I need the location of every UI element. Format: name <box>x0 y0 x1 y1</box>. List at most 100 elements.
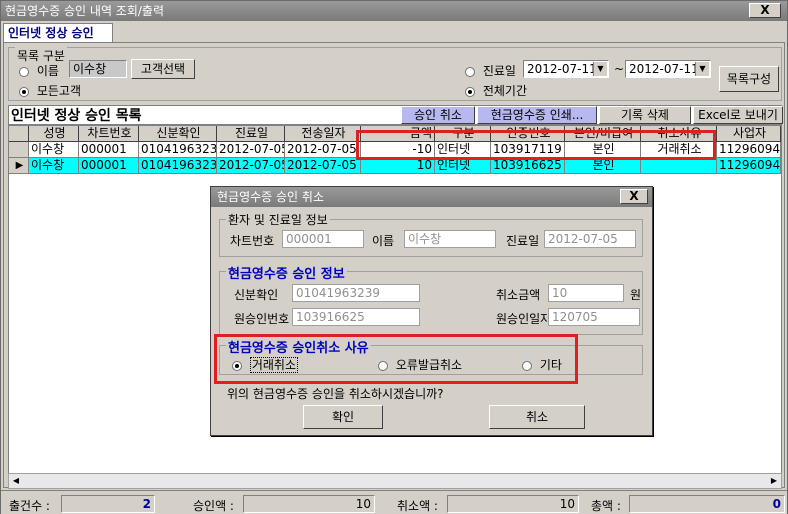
reason-error-issue-radio[interactable] <box>378 360 388 371</box>
table-cell: 01041963239 <box>139 158 217 174</box>
table-cell: 000001 <box>79 142 139 158</box>
dialog-close-button[interactable]: X <box>620 189 648 204</box>
id-check-field[interactable]: 01041963239 <box>292 284 420 302</box>
table-row-selected[interactable]: ▶ 이수창 000001 01041963239 2012-07-05 2012… <box>9 158 781 174</box>
ok-button[interactable]: 확인 <box>303 405 383 429</box>
all-customers-label: 모든고객 <box>36 84 81 98</box>
patient-name-field[interactable]: 이수창 <box>404 230 496 248</box>
orig-approval-date-field[interactable]: 120705 <box>548 308 640 326</box>
column-header[interactable]: 본인/비급여 <box>565 126 641 142</box>
main-window: 현금영수증 승인 내역 조회/출력 X 인터넷 정상 승인 목록 구분 이름 이… <box>0 0 788 514</box>
cancel-amount-field[interactable]: 10 <box>548 284 624 302</box>
id-check-label: 신분확인 <box>234 288 279 302</box>
table-cell: 2012-07-05 <box>217 142 285 158</box>
column-header[interactable]: 신분확인 <box>139 126 217 142</box>
cancel-amount-label: 취소액 : <box>397 499 438 513</box>
list-header-bar: 인터넷 정상 승인 목록 승인 취소 현금영수증 인쇄... 기록 삭제 Exc… <box>8 105 783 125</box>
treatment-date-radio[interactable] <box>465 66 475 77</box>
dialog-title: 현금영수증 승인 취소 <box>217 190 324 204</box>
all-period-label: 전체기간 <box>482 84 527 98</box>
column-header[interactable]: 취소사유 <box>641 126 717 142</box>
reason-other-radio[interactable] <box>522 360 532 371</box>
cancel-approval-button[interactable]: 승인 취소 <box>401 106 475 124</box>
name-radio-label: 이름 <box>36 64 59 78</box>
column-header[interactable]: 차트번호 <box>79 126 139 142</box>
name-radio[interactable] <box>19 66 29 77</box>
table-cell: 본인 <box>565 158 641 174</box>
column-header[interactable]: 전송일자 <box>285 126 361 142</box>
table-cell: 1129609495 <box>717 158 781 174</box>
table-cell <box>641 158 717 174</box>
date-to-select[interactable]: 2012-07-11 ▼ <box>625 60 711 78</box>
reason-error-issue-label: 오류발급취소 <box>395 358 463 372</box>
list-config-button[interactable]: 목록구성 <box>719 66 779 92</box>
name-radio-row: 이름 <box>19 62 59 79</box>
column-header[interactable]: 성명 <box>29 126 79 142</box>
cancel-reason-title: 현금영수증 승인취소 사유 <box>226 337 371 356</box>
total-value: 0 <box>629 495 785 513</box>
chevron-down-icon[interactable]: ▼ <box>593 62 607 76</box>
title-bar: 현금영수증 승인 내역 조회/출력 X <box>1 1 787 21</box>
column-header[interactable]: 금액 <box>361 126 435 142</box>
approval-info-section: 현금영수증 승인 정보 신분확인 01041963239 취소금액 10 원 원… <box>219 263 643 335</box>
confirm-question: 위의 현금영수증 승인을 취소하시겠습니까? <box>227 387 444 401</box>
patient-name-label: 이름 <box>372 234 395 248</box>
delete-record-button[interactable]: 기록 삭제 <box>599 106 691 124</box>
table-cell: 2012-07-05 : <box>285 142 361 158</box>
customer-select-button[interactable]: 고객선택 <box>131 59 195 79</box>
table-cell: 인터넷 <box>435 142 491 158</box>
export-excel-button[interactable]: Excel로 보내기 <box>693 106 783 124</box>
name-field[interactable]: 이수창 <box>69 60 127 78</box>
grid-header-row: 성명 차트번호 신분확인 진료일 전송일자 금액 구분 인증번호 본인/비급여 … <box>9 126 781 142</box>
table-cell: 103917119 <box>491 142 565 158</box>
all-customers-radio-row: 모든고객 <box>19 82 81 99</box>
close-button[interactable]: X <box>749 3 781 18</box>
cancel-reason-section: 현금영수증 승인취소 사유 거래취소 오류발급취소 기타 <box>219 337 643 375</box>
treatment-date-label: 진료일 <box>506 234 540 248</box>
treatment-date-label: 진료일 <box>482 64 516 78</box>
date-to-value: 2012-07-11 <box>629 62 699 76</box>
tab-internet-approval[interactable]: 인터넷 정상 승인 <box>3 23 113 43</box>
print-receipt-button[interactable]: 현금영수증 인쇄... <box>477 106 597 124</box>
column-header[interactable]: 사업자 <box>717 126 781 142</box>
status-bar: 출건수 : 2 승인액 : 10 취소액 : 10 총액 : 0 <box>1 490 787 514</box>
table-cell: 인터넷 <box>435 158 491 174</box>
column-header[interactable]: 진료일 <box>217 126 285 142</box>
dialog-title-bar: 현금영수증 승인 취소 X <box>211 187 652 207</box>
row-selector[interactable] <box>9 142 29 158</box>
column-header[interactable]: 인증번호 <box>491 126 565 142</box>
filter-group: 목록 구분 이름 이수창 고객선택 모든고객 진료일 2012-07-11 ▼ … <box>8 47 782 101</box>
row-selector-header <box>9 126 29 142</box>
cancel-button[interactable]: 취소 <box>489 405 585 429</box>
chart-no-field[interactable]: 000001 <box>282 230 364 248</box>
chevron-down-icon[interactable]: ▼ <box>695 62 709 76</box>
table-cell: 000001 <box>79 158 139 174</box>
table-cell: 01041963239 <box>139 142 217 158</box>
column-header[interactable]: 구분 <box>435 126 491 142</box>
horizontal-scrollbar[interactable]: ◀ ▶ <box>8 473 782 489</box>
date-from-select[interactable]: 2012-07-11 ▼ <box>523 60 609 78</box>
scroll-left-icon[interactable]: ◀ <box>9 474 23 488</box>
all-customers-radio[interactable] <box>19 86 29 97</box>
patient-info-title: 환자 및 진료일 정보 <box>226 211 330 228</box>
orig-approval-no-field[interactable]: 103916625 <box>292 308 420 326</box>
treatment-date-radio-row: 진료일 <box>465 62 516 79</box>
scroll-right-icon[interactable]: ▶ <box>767 474 781 488</box>
treatment-date-field[interactable]: 2012-07-05 <box>544 230 636 248</box>
reason-cancel-transaction-label: 거래취소 <box>249 357 298 373</box>
table-cell: 2012-07-05 : <box>285 158 361 174</box>
date-tilde: ~ <box>614 62 625 76</box>
all-period-radio[interactable] <box>465 86 475 97</box>
reason-cancel-transaction-radio[interactable] <box>232 360 242 371</box>
table-row[interactable]: 이수창 000001 01041963239 2012-07-05 2012-0… <box>9 142 781 158</box>
approve-label: 승인액 : <box>193 499 234 513</box>
table-cell: 2012-07-05 <box>217 158 285 174</box>
window-title: 현금영수증 승인 내역 조회/출력 <box>5 4 165 18</box>
list-title: 인터넷 정상 승인 목록 <box>11 108 142 124</box>
all-period-radio-row: 전체기간 <box>465 82 527 99</box>
table-cell: 103916625 <box>491 158 565 174</box>
row-pointer-icon[interactable]: ▶ <box>9 158 29 174</box>
reason-radio-row-2: 오류발급취소 <box>378 356 462 373</box>
table-cell: 이수창 <box>29 142 79 158</box>
approval-info-title: 현금영수증 승인 정보 <box>226 263 347 282</box>
